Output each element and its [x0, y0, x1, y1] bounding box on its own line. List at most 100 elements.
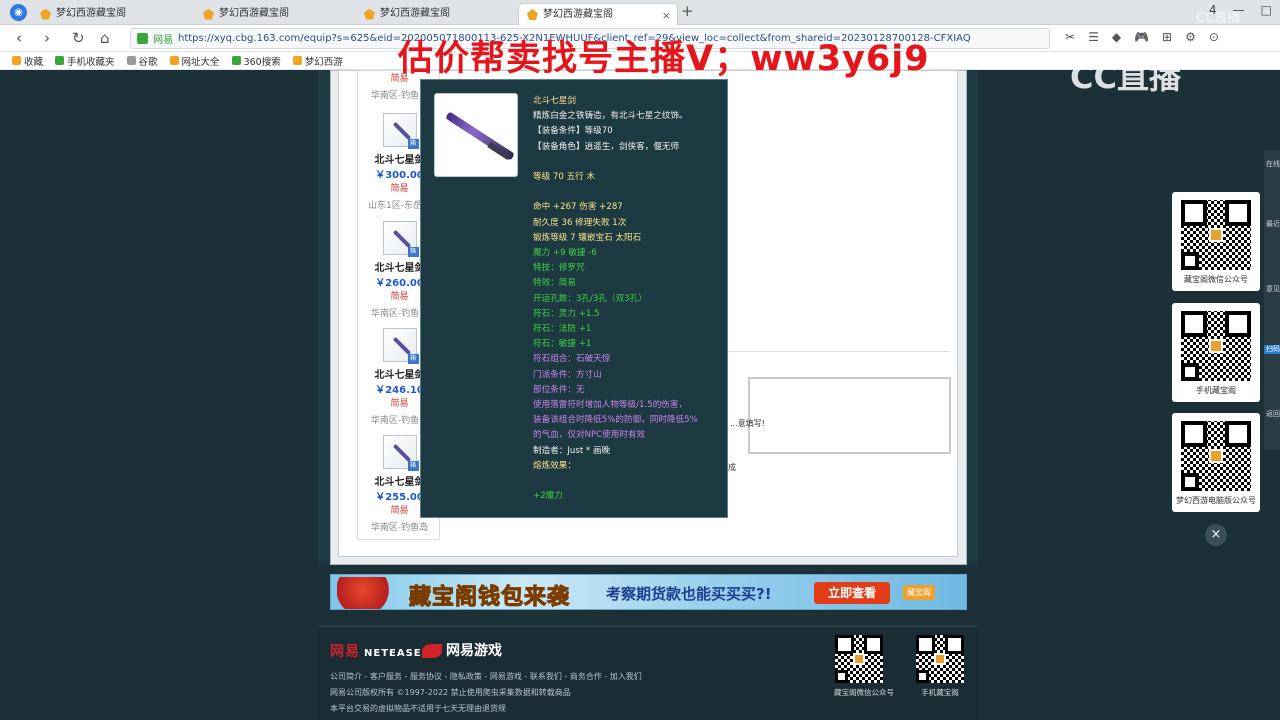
- netease-logo-en: NETEASE: [364, 648, 422, 659]
- browser-toolbar: ✂ ☰ ◆ 🎮 ⊞ ⚙ ⊙: [1065, 30, 1219, 44]
- tab-close-icon[interactable]: ×: [662, 6, 671, 25]
- qr-label: 梦幻西游电脑版公众号: [1176, 496, 1256, 505]
- item-thumbnail[interactable]: 箱: [382, 328, 419, 364]
- tooltip-line: 【装备条件】等级70: [533, 126, 613, 137]
- globe-icon: [169, 56, 179, 65]
- bookmark-mhxy[interactable]: 梦幻西游: [292, 54, 343, 68]
- message-textarea[interactable]: [748, 377, 951, 454]
- qr-card-pc[interactable]: 梦幻西游电脑版公众号: [1172, 413, 1260, 512]
- tooltip-line: 等级 70 五行 木: [533, 172, 596, 182]
- bookmark-google[interactable]: 谷歌: [126, 54, 158, 68]
- browser-tab-2[interactable]: 梦幻西游藏宝阁: [195, 3, 355, 25]
- home-button[interactable]: ⌂: [100, 29, 110, 47]
- sword-icon: [392, 121, 411, 141]
- qr-code-icon: [1181, 421, 1251, 491]
- tooltip-line: 命中 +267 伤害 +287: [533, 202, 623, 213]
- browser-tab-3[interactable]: 梦幻西游藏宝阁: [356, 3, 516, 25]
- form-hint: ...意填写!: [730, 419, 765, 428]
- tooltip-line: 符石组合：石破天惊: [533, 354, 611, 365]
- tooltip-line: [533, 185, 723, 200]
- qr-label: 藏宝阁微信公众号: [1184, 275, 1248, 284]
- tooltip-line: [533, 474, 723, 489]
- banner-title: 藏宝阁钱包来袭: [408, 585, 571, 610]
- settings-icon[interactable]: ⚙: [1185, 30, 1196, 44]
- site-favicon-icon: [527, 9, 538, 20]
- lock-icon: [137, 33, 148, 44]
- apps-grid-icon[interactable]: ⊞: [1162, 30, 1172, 44]
- netease-games-logo[interactable]: 网易游戏: [422, 640, 502, 660]
- page-icon: [126, 56, 136, 65]
- bookmark-label: 360搜索: [243, 56, 281, 68]
- account-icon[interactable]: ⊙: [1209, 30, 1219, 44]
- netease-games-icon: [422, 644, 442, 658]
- footer-qr-mobile[interactable]: 手机藏宝阁: [915, 635, 965, 698]
- tooltip-line: 制造者：Just * 画晚: [533, 445, 611, 456]
- footer-qr-wechat[interactable]: 藏宝阁微信公众号: [834, 635, 894, 698]
- form-hint-2: 成: [728, 463, 736, 472]
- cc-live-watermark-small: CC直播: [1196, 11, 1241, 26]
- side-item-feedback[interactable]: 意见 反馈: [1264, 285, 1280, 294]
- tab-title: 梦幻西游藏宝阁: [219, 8, 289, 19]
- netease-logo[interactable]: 网易 NETEASE: [330, 641, 422, 661]
- tab-title: 梦幻西游藏宝阁: [543, 8, 613, 20]
- qr-label: 手机藏宝阁: [921, 688, 959, 697]
- browser-tab-4-active[interactable]: 梦幻西游藏宝阁 ×: [518, 3, 678, 25]
- maximize-button[interactable]: □: [1261, 3, 1272, 17]
- bookmark-360-search[interactable]: 360搜索: [231, 54, 281, 68]
- browser-logo-icon[interactable]: ◉: [10, 4, 27, 21]
- site-favicon-icon: [364, 8, 375, 20]
- qr-card-mobile[interactable]: 手机藏宝阁: [1172, 303, 1260, 402]
- reload-button[interactable]: ↻: [72, 29, 85, 47]
- bookmark-label: 手机收藏夹: [67, 56, 115, 68]
- item-thumbnail[interactable]: 箱: [382, 435, 419, 471]
- banner-view-button[interactable]: 立即查看: [814, 582, 890, 604]
- qr-code-icon: [1181, 200, 1251, 270]
- qr-card-wechat[interactable]: 藏宝阁微信公众号: [1172, 192, 1260, 291]
- phone-icon: [55, 56, 65, 65]
- side-item-online[interactable]: 在线 精灵: [1264, 160, 1280, 169]
- back-button[interactable]: ‹: [16, 29, 22, 47]
- shield-icon[interactable]: ◆: [1112, 30, 1121, 44]
- sword-icon: [392, 229, 411, 249]
- tooltip-line: 魔力 +9 敏捷 -6: [533, 248, 597, 258]
- bookmark-directory[interactable]: 网址大全: [169, 54, 220, 68]
- tooltip-line: [533, 155, 723, 170]
- menu-icon[interactable]: ☰: [1088, 30, 1099, 44]
- qr-code-icon: [835, 635, 883, 683]
- screenshot-icon[interactable]: ✂: [1065, 30, 1075, 44]
- close-icon[interactable]: ×: [1205, 524, 1227, 546]
- tooltip-line: 锻炼等级 7 镶嵌宝石 太阳石: [533, 232, 642, 243]
- side-item-download[interactable]: 扫码 下载: [1264, 345, 1280, 354]
- tooltip-line: 耐久度 36 修理失败 1次: [533, 217, 627, 228]
- forward-button[interactable]: ›: [44, 29, 50, 47]
- footer-links[interactable]: 公司简介 - 客户服务 - 服务协议 - 隐私政策 - 网易游戏 - 联系我们 …: [330, 671, 642, 682]
- tooltip-line: 【装备角色】逍遥生，剑侠客，偃无师: [533, 141, 680, 152]
- footer-notice: 本平台交易的虚拟物品不适用于七天无理由退货规: [330, 704, 506, 713]
- side-item-top[interactable]: 返回 顶部: [1264, 410, 1280, 419]
- qr-code-icon: [916, 635, 964, 683]
- sword-icon: [392, 336, 411, 356]
- stream-overlay-title: 估价帮卖找号主播V；ww3y6j9: [398, 39, 930, 79]
- tooltip-line: 符石：灵力 +1.5: [533, 308, 600, 319]
- page-footer: 网易 NETEASE 网易游戏 公司简介 - 客户服务 - 服务协议 - 隐私政策…: [318, 626, 978, 720]
- game-icon[interactable]: 🎮: [1134, 30, 1149, 44]
- qr-label: 手机藏宝阁: [1196, 386, 1236, 395]
- bookmark-mobile[interactable]: 手机收藏夹: [55, 54, 115, 68]
- star-icon: [12, 56, 21, 65]
- tooltip-line: 符石：法防 +1: [533, 324, 592, 335]
- tooltip-line: 特技：修罗咒: [533, 263, 585, 274]
- browser-tab-1[interactable]: 梦幻西游藏宝阁: [32, 3, 192, 25]
- bookmark-favorites[interactable]: 收藏: [12, 54, 43, 68]
- promo-banner[interactable]: 藏宝阁钱包来袭 考察期货款也能买买买?! 立即查看 藏宝阁: [330, 574, 967, 610]
- side-item-history[interactable]: 最近 浏览: [1264, 220, 1280, 229]
- bookmark-label: 谷歌: [138, 56, 158, 68]
- qr-label: 藏宝阁微信公众号: [834, 688, 894, 697]
- new-tab-button[interactable]: +: [681, 2, 694, 20]
- item-thumbnail[interactable]: 箱: [382, 221, 419, 257]
- tooltip-line: 门派条件：方寸山: [533, 369, 602, 380]
- badge-icon: 箱: [407, 247, 419, 257]
- search-icon: [231, 56, 241, 65]
- bookmark-label: 梦幻西游: [304, 56, 343, 68]
- item-thumbnail[interactable]: 箱: [382, 113, 419, 149]
- site-favicon-icon: [40, 8, 51, 20]
